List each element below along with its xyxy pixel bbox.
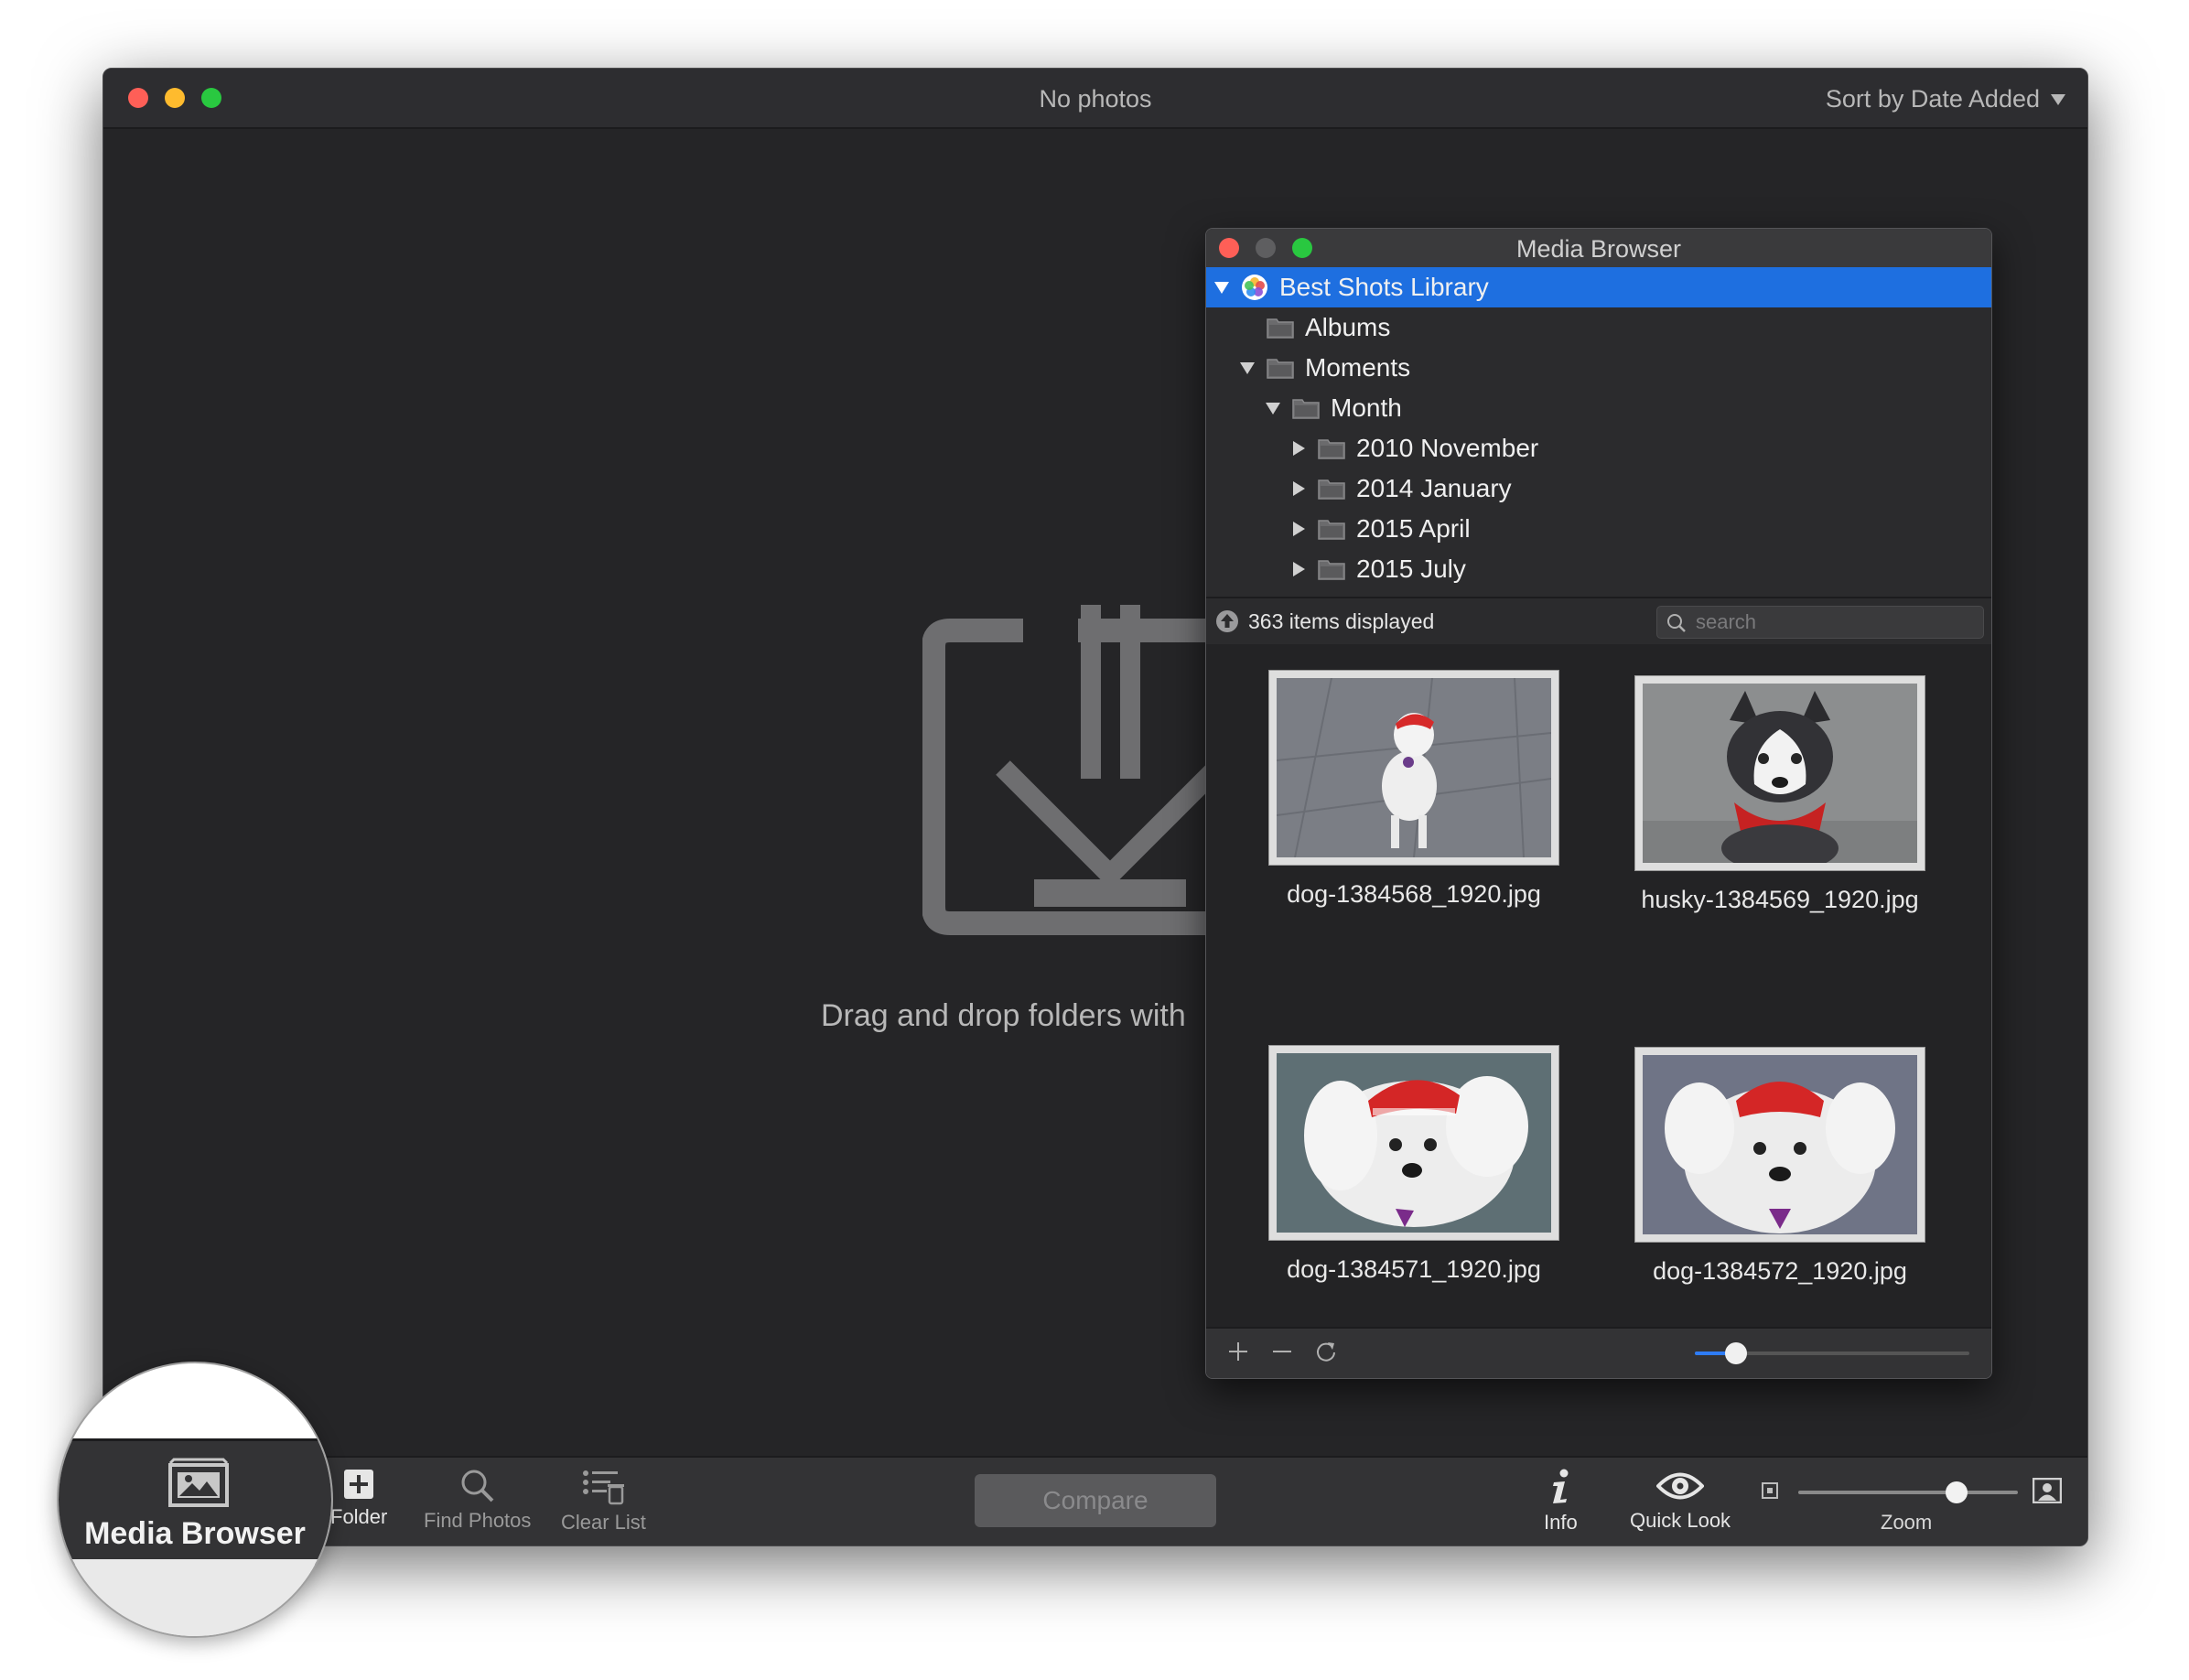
folder-icon: [1318, 560, 1345, 580]
thumbnail-item[interactable]: dog-1384572_1920.jpg: [1634, 1047, 1925, 1286]
tree-item-month[interactable]: Month: [1206, 388, 1991, 428]
thumbnail-filename: dog-1384568_1920.jpg: [1287, 880, 1541, 908]
find-photos-button[interactable]: Find Photos: [424, 1469, 531, 1533]
search-input[interactable]: [1694, 608, 1972, 636]
find-photos-label: Find Photos: [424, 1509, 532, 1532]
tree-item-2010-november[interactable]: 2010 November: [1206, 428, 1991, 468]
photo-thumbnail: [1643, 684, 1917, 872]
magnifier-background: [59, 1559, 331, 1636]
panel-bottom-bar: [1206, 1327, 1991, 1378]
media-browser-icon: [168, 1458, 229, 1507]
folder-icon: [1318, 439, 1345, 459]
tree-item-label: 2010 November: [1356, 434, 1539, 462]
zoom-small-icon[interactable]: [1762, 1482, 1778, 1499]
clear-list-label: Clear List: [561, 1511, 646, 1534]
thumbnail-item[interactable]: dog-1384571_1920.jpg: [1268, 1045, 1559, 1284]
thumbnail-item[interactable]: husky-1384569_1920.jpg: [1634, 675, 1925, 914]
tree-item-2015-july[interactable]: 2015 July: [1206, 549, 1991, 589]
zoom-slider-thumb[interactable]: [1945, 1481, 1968, 1503]
panel-titlebar: Media Browser: [1206, 229, 1991, 267]
thumbnail-frame[interactable]: [1268, 1045, 1559, 1241]
tree-item-label: Month: [1331, 393, 1402, 422]
folder-icon: [1318, 479, 1345, 500]
disclosure-expanded-icon[interactable]: [1235, 361, 1259, 374]
add-folder-icon: [344, 1470, 374, 1499]
disclosure-collapsed-icon[interactable]: [1287, 441, 1310, 456]
media-browser-panel: Media Browser Best Shots Library Albums: [1205, 228, 1992, 1379]
status-bar: 363 items displayed: [1206, 597, 1991, 646]
titlebar: No photos Sort by Date Added: [103, 69, 2087, 129]
tree-item-2014-january[interactable]: 2014 January: [1206, 468, 1991, 509]
magnified-toolbar: Media Browser: [59, 1438, 331, 1565]
tree-item-label: Albums: [1305, 313, 1391, 341]
thumbnail-filename: dog-1384571_1920.jpg: [1287, 1255, 1541, 1283]
media-browser-button[interactable]: Media Browser: [59, 1516, 331, 1552]
items-count-label: 363 items displayed: [1248, 609, 1435, 633]
bottom-toolbar: Folder Find Photos Clear List Compare In…: [103, 1456, 2087, 1545]
thumbnail-frame[interactable]: [1268, 670, 1559, 866]
tree-item-best-shots-library[interactable]: Best Shots Library: [1206, 267, 1991, 307]
up-arrow-icon[interactable]: [1215, 609, 1239, 633]
clear-list-icon: [583, 1470, 625, 1505]
eye-icon: [1656, 1472, 1705, 1500]
photo-thumbnail: [1277, 1053, 1551, 1233]
tree-item-label: 2014 January: [1356, 474, 1512, 502]
thumbnail-filename: husky-1384569_1920.jpg: [1641, 886, 1919, 913]
photos-library-icon: [1242, 275, 1267, 300]
sort-label: Sort by Date Added: [1825, 85, 2040, 113]
quick-look-button[interactable]: Quick Look: [1630, 1469, 1731, 1533]
zoom-slider-track[interactable]: [1798, 1491, 2018, 1494]
add-folder-label: Folder: [330, 1505, 388, 1528]
info-button[interactable]: Info: [1544, 1469, 1578, 1535]
compare-button[interactable]: Compare: [975, 1474, 1216, 1527]
thumbnail-filename: dog-1384572_1920.jpg: [1653, 1257, 1907, 1285]
disclosure-collapsed-icon[interactable]: [1287, 522, 1310, 536]
disclosure-expanded-icon[interactable]: [1261, 402, 1285, 415]
chevron-down-icon: [2051, 93, 2065, 105]
info-label: Info: [1544, 1511, 1578, 1534]
magnifier-callout: Media Browser: [57, 1362, 333, 1638]
tree-item-label: Best Shots Library: [1279, 273, 1489, 301]
tree-item-2015-april[interactable]: 2015 April: [1206, 509, 1991, 549]
refresh-icon[interactable]: [1314, 1340, 1338, 1363]
thumbnail-frame[interactable]: [1634, 1047, 1925, 1243]
photo-thumbnail: [1276, 677, 1552, 858]
panel-title: Media Browser: [1515, 235, 1682, 263]
disclosure-expanded-icon[interactable]: [1210, 281, 1234, 294]
tree-item-moments[interactable]: Moments: [1206, 348, 1991, 388]
tree-item-label: 2015 July: [1356, 555, 1466, 583]
disclosure-collapsed-icon[interactable]: [1287, 562, 1310, 576]
photo-thumbnail: [1643, 1055, 1917, 1234]
zoom-large-icon[interactable]: [2033, 1478, 2062, 1503]
sort-dropdown[interactable]: Sort by Date Added: [1826, 85, 2065, 113]
drop-instructions: Drag and drop folders with: [821, 998, 1186, 1033]
tree-item-label: 2015 April: [1356, 514, 1471, 543]
add-folder-button[interactable]: Folder: [330, 1469, 387, 1529]
thumbnail-size-slider-thumb[interactable]: [1725, 1342, 1747, 1364]
window-title: No photos: [1039, 85, 1152, 113]
search-field[interactable]: [1656, 606, 1984, 639]
quick-look-label: Quick Look: [1630, 1509, 1731, 1532]
info-icon: [1553, 1469, 1569, 1503]
thumbnail-item[interactable]: dog-1384568_1920.jpg: [1268, 670, 1559, 909]
folder-icon: [1267, 318, 1294, 339]
search-icon: [1667, 614, 1686, 632]
source-tree: Best Shots Library Albums Moments Month: [1206, 267, 1991, 597]
folder-icon: [1292, 399, 1320, 419]
folder-icon: [1267, 359, 1294, 379]
add-icon[interactable]: [1226, 1340, 1250, 1363]
disclosure-collapsed-icon[interactable]: [1287, 481, 1310, 496]
clear-list-button[interactable]: Clear List: [561, 1469, 646, 1535]
thumbnail-frame[interactable]: [1634, 675, 1925, 872]
tree-item-label: Moments: [1305, 353, 1411, 382]
zoom-label: Zoom: [1881, 1511, 1933, 1534]
remove-icon[interactable]: [1270, 1340, 1294, 1363]
search-icon: [461, 1470, 494, 1502]
tree-item-albums[interactable]: Albums: [1206, 307, 1991, 348]
thumbnail-grid: dog-1384568_1920.jpg husky-1384569_1920.…: [1206, 644, 1991, 1330]
folder-icon: [1318, 520, 1345, 540]
